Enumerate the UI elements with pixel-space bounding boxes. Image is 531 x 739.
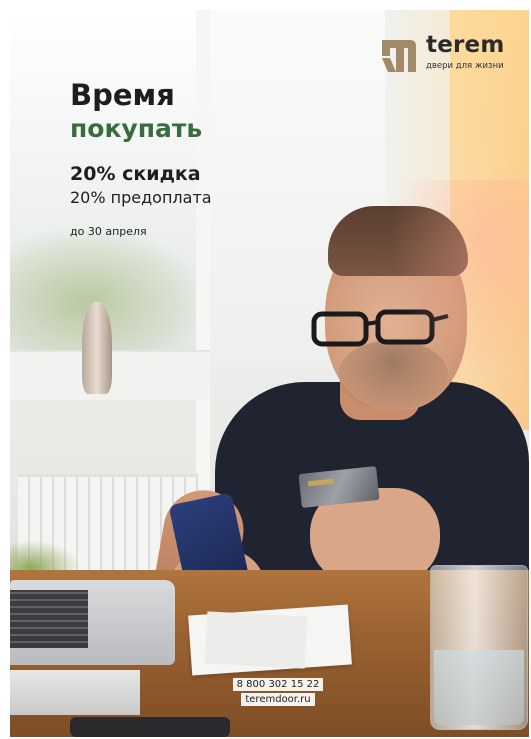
headline-line-2: покупать	[70, 114, 203, 143]
brand-name: terem	[426, 32, 505, 58]
deadline-text: до 30 апреля	[70, 225, 147, 238]
calculator	[70, 717, 230, 737]
envelope	[204, 611, 308, 669]
brand-tagline: двери для жизни	[426, 61, 504, 71]
glass-water	[434, 650, 524, 725]
prepayment-text: 20% предоплата	[70, 188, 212, 207]
phone-number[interactable]: 8 800 302 15 22	[232, 678, 324, 691]
window-frame	[196, 10, 210, 530]
headline-line-1: Время	[70, 78, 175, 112]
contact-block: 8 800 302 15 22 teremdoor.ru	[228, 678, 328, 708]
promo-poster: terem двери для жизни Время покупать 20%…	[10, 10, 529, 737]
vase	[82, 302, 112, 394]
discount-text: 20% скидка	[70, 163, 201, 185]
brand-logo: terem двери для жизни	[380, 32, 520, 80]
warm-light-flare	[390, 180, 529, 380]
notebook	[10, 670, 140, 715]
website-link[interactable]: teremdoor.ru	[241, 693, 315, 706]
laptop-keyboard	[10, 590, 88, 648]
terem-door-mark-icon	[382, 40, 416, 72]
